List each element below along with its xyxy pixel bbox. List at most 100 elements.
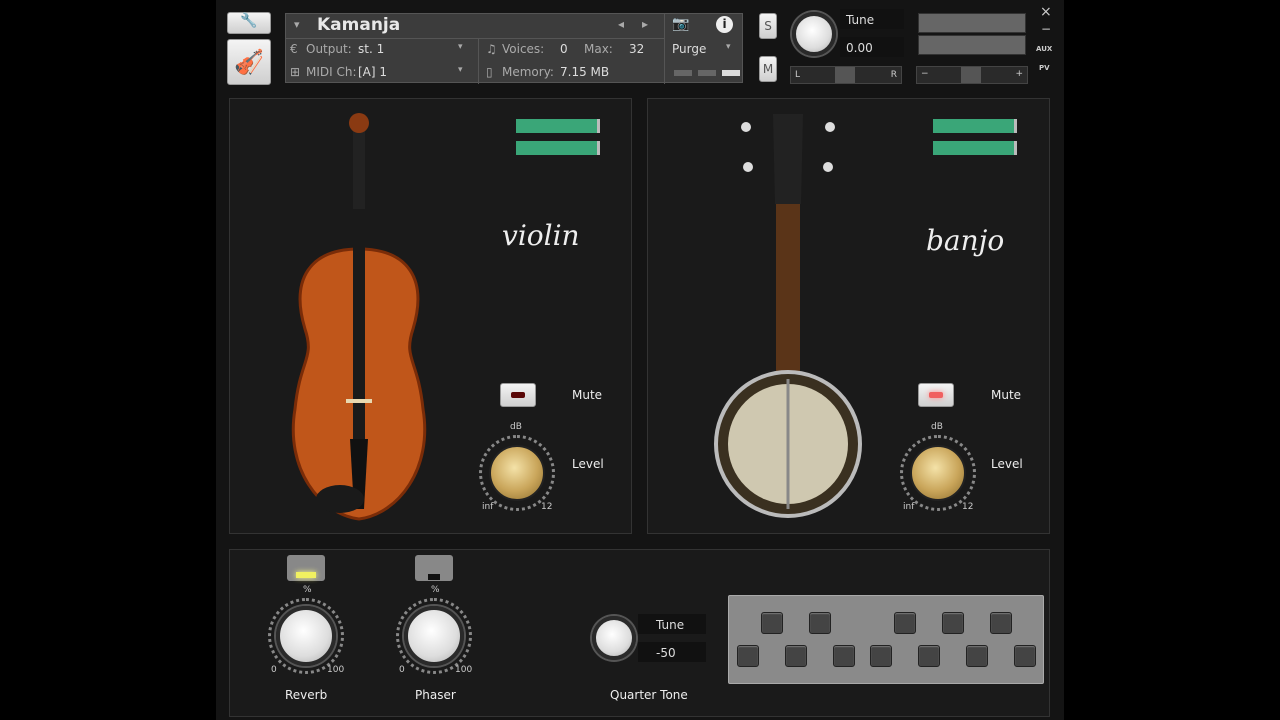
output-meter-right: [918, 35, 1026, 55]
info-icon[interactable]: i: [716, 16, 733, 33]
key-c[interactable]: [737, 645, 759, 667]
midi-dropdown-icon[interactable]: ▾: [458, 65, 463, 75]
violin-mute-label: Mute: [572, 388, 603, 402]
reverb-unit: %: [303, 585, 312, 595]
banjo-image: [714, 114, 862, 518]
view-toggle-2[interactable]: [698, 70, 716, 76]
banjo-mute-button[interactable]: [918, 383, 954, 407]
reverb-label: Reverb: [285, 688, 328, 702]
violin-meter-right: [516, 141, 600, 155]
effects-panel: % 0 100 Reverb % 0 100 Phaser Tune -50 Q…: [229, 549, 1050, 717]
reverb-led-icon: [296, 572, 316, 578]
kontakt-instrument-window: 🔧 🎻 ▾ Kamanja ◂ ▸ 📷 i € Output: st. 1 ▾ …: [216, 0, 1064, 720]
violin-title: violin: [502, 219, 580, 252]
key-a-sharp[interactable]: [990, 612, 1012, 634]
volume-handle[interactable]: [961, 67, 981, 83]
reverb-min: 0: [271, 665, 277, 675]
mute-led-icon: [929, 392, 943, 398]
phaser-led-icon: [428, 574, 440, 580]
midi-channel-select[interactable]: [A] 1: [358, 65, 387, 79]
aux-button[interactable]: AUX: [1036, 45, 1052, 53]
violin-level-label: Level: [572, 457, 604, 471]
pan-slider[interactable]: L R: [790, 66, 902, 84]
midi-label: MIDI Ch:: [306, 65, 357, 79]
phaser-label: Phaser: [415, 688, 456, 702]
key-d-sharp[interactable]: [809, 612, 831, 634]
key-f-sharp[interactable]: [894, 612, 916, 634]
banjo-meter-left: [933, 119, 1017, 133]
phaser-toggle[interactable]: [415, 555, 453, 581]
output-label: Output:: [306, 42, 352, 56]
midi-icon: ⊞: [290, 65, 301, 79]
purge-dropdown-icon[interactable]: ▾: [726, 42, 731, 52]
tune-knob[interactable]: [792, 12, 836, 56]
violin-thumbnail-icon[interactable]: 🎻: [227, 39, 271, 85]
memory-label: Memory:: [502, 65, 554, 79]
banjo-level-max: 12: [962, 502, 974, 512]
close-button[interactable]: ×: [1040, 4, 1052, 20]
quarter-tone-keyboard: [728, 595, 1044, 684]
key-b[interactable]: [1014, 645, 1036, 667]
banjo-title: banjo: [926, 224, 1005, 257]
mute-led-icon: [511, 392, 525, 398]
violin-meter-left: [516, 119, 600, 133]
view-toggle-3[interactable]: [722, 70, 740, 76]
output-meter-left: [918, 13, 1026, 33]
violin-level-max: 12: [541, 502, 553, 512]
max-label: Max:: [584, 42, 613, 56]
reverb-knob[interactable]: [276, 606, 336, 666]
phaser-min: 0: [399, 665, 405, 675]
key-g-sharp[interactable]: [942, 612, 964, 634]
pan-right-label: R: [890, 70, 897, 80]
quarter-tone-label: Quarter Tone: [610, 688, 688, 702]
solo-button[interactable]: S: [759, 13, 777, 39]
quarter-tone-tune-label: Tune: [656, 618, 685, 632]
next-instrument-icon[interactable]: ▸: [642, 17, 648, 31]
quarter-tone-tune-value[interactable]: -50: [656, 646, 676, 660]
banjo-level-label: Level: [991, 457, 1023, 471]
key-e[interactable]: [833, 645, 855, 667]
key-f[interactable]: [870, 645, 892, 667]
view-toggle-1[interactable]: [674, 70, 692, 76]
banjo-level-min: inf: [903, 502, 915, 512]
banjo-level-knob[interactable]: [910, 445, 966, 501]
instrument-name[interactable]: Kamanja: [317, 15, 400, 35]
key-a[interactable]: [966, 645, 988, 667]
violin-level-knob[interactable]: [489, 445, 545, 501]
voices-icon: ♫: [486, 42, 497, 56]
volume-slider[interactable]: − +: [916, 66, 1028, 84]
violin-mute-button[interactable]: [500, 383, 536, 407]
reverb-toggle[interactable]: [287, 555, 325, 581]
camera-icon[interactable]: 📷: [672, 16, 689, 32]
voices-label: Voices:: [502, 42, 545, 56]
output-dropdown-icon[interactable]: ▾: [458, 42, 463, 52]
tune-value[interactable]: 0.00: [846, 41, 873, 55]
memory-value: 7.15 MB: [560, 65, 610, 79]
phaser-knob[interactable]: [404, 606, 464, 666]
volume-plus-label: +: [1015, 69, 1023, 79]
purge-button[interactable]: Purge: [672, 42, 706, 56]
violin-db-label: dB: [510, 422, 522, 432]
quarter-tone-knob[interactable]: [592, 616, 636, 660]
pan-left-label: L: [795, 70, 801, 80]
pv-button[interactable]: PV: [1039, 64, 1050, 72]
prev-instrument-icon[interactable]: ◂: [618, 17, 624, 31]
wrench-icon[interactable]: 🔧: [227, 12, 271, 34]
tune-label: Tune: [846, 13, 875, 27]
output-select[interactable]: st. 1: [358, 42, 384, 56]
pan-handle[interactable]: [835, 67, 855, 83]
key-c-sharp[interactable]: [761, 612, 783, 634]
banjo-mute-label: Mute: [991, 388, 1022, 402]
phaser-unit: %: [431, 585, 440, 595]
banjo-db-label: dB: [931, 422, 943, 432]
minimize-button[interactable]: −: [1041, 22, 1051, 36]
reverb-max: 100: [327, 665, 345, 675]
mute-button[interactable]: M: [759, 56, 777, 82]
output-icon: €: [290, 42, 298, 56]
key-g[interactable]: [918, 645, 940, 667]
banjo-panel: banjo Mute dB inf 12 Level: [647, 98, 1050, 534]
max-voices-value[interactable]: 32: [629, 42, 644, 56]
voices-value: 0: [560, 42, 568, 56]
key-d[interactable]: [785, 645, 807, 667]
dropdown-icon[interactable]: ▾: [294, 18, 300, 31]
